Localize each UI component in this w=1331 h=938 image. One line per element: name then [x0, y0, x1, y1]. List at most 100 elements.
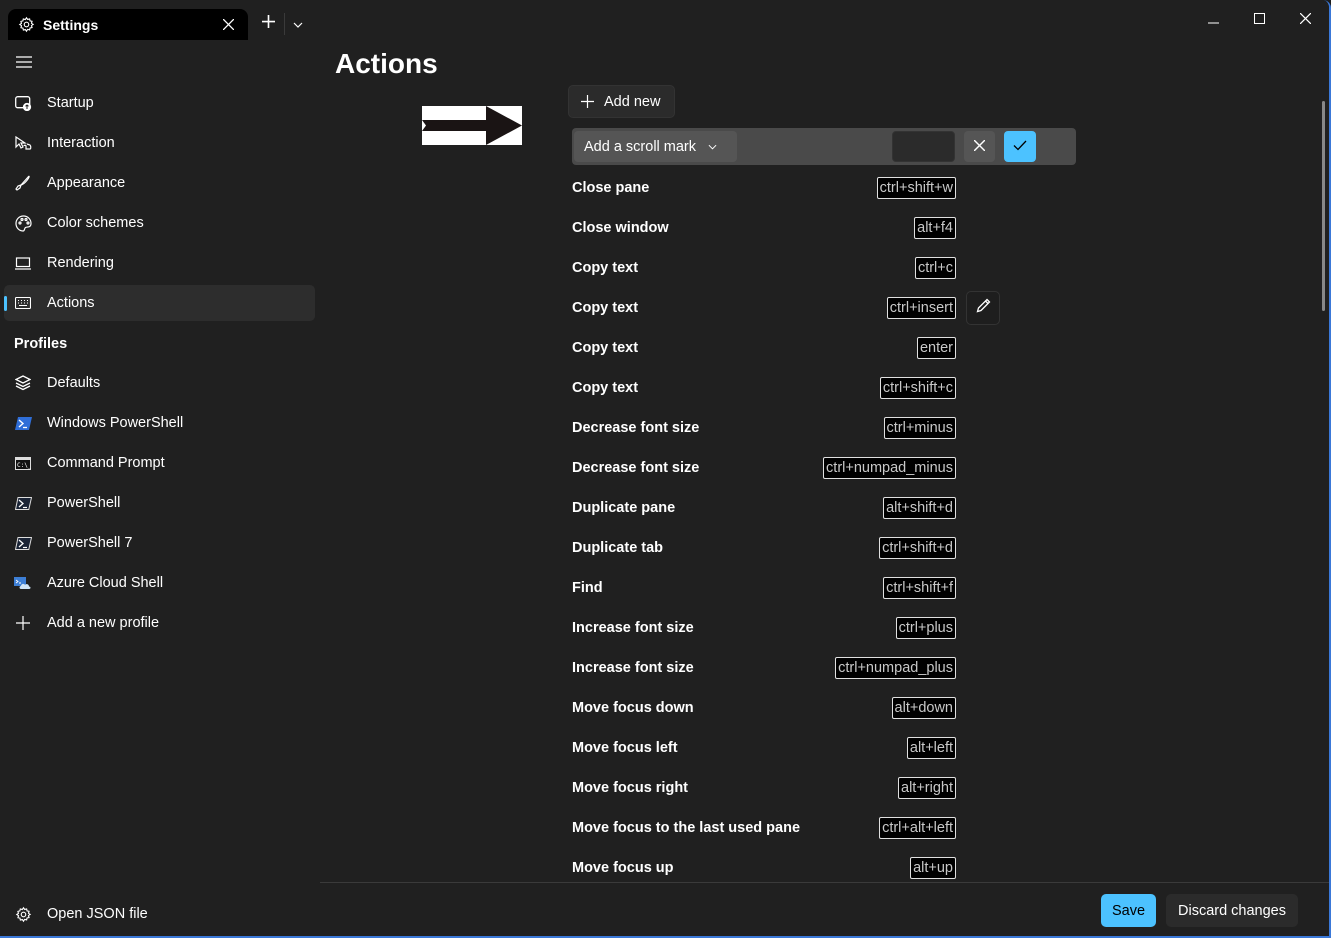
save-button[interactable]: Save	[1101, 894, 1156, 927]
scrollbar[interactable]	[1322, 101, 1325, 311]
sidebar-item-command-prompt[interactable]: C:\_ Command Prompt	[4, 445, 315, 481]
tab-dropdown-button[interactable]	[288, 12, 308, 36]
action-row[interactable]: Increase font size ctrl+plus	[572, 608, 1002, 648]
new-tab-button[interactable]	[256, 12, 280, 36]
keyboard-icon	[14, 294, 32, 312]
sidebar-item-color-schemes[interactable]: Color schemes	[4, 205, 315, 241]
key-chord: ctrl+shift+w	[876, 177, 956, 199]
svg-text:C:\_: C:\_	[17, 462, 31, 469]
powershell-blue-icon	[14, 414, 32, 432]
action-row[interactable]: Close window alt+f4	[572, 208, 1002, 248]
sidebar-item-startup[interactable]: Startup	[4, 85, 315, 121]
gear-icon	[14, 905, 32, 923]
checkmark-icon	[1013, 138, 1027, 156]
action-row[interactable]: Move focus to the last used pane ctrl+alt…	[572, 808, 1002, 848]
action-row[interactable]: Copy text ctrl+insert	[572, 288, 1002, 328]
action-row[interactable]: Duplicate pane alt+shift+d	[572, 488, 1002, 528]
sidebar-item-actions[interactable]: Actions	[4, 285, 315, 321]
edit-action-button[interactable]	[966, 291, 1000, 325]
action-name: Copy text	[572, 260, 639, 276]
minimize-button[interactable]	[1193, 5, 1233, 35]
action-name: Duplicate pane	[572, 500, 676, 516]
actions-page: Actions Add new Add a scroll mark Close …	[320, 40, 1329, 882]
sidebar-item-interaction[interactable]: Interaction	[4, 125, 315, 161]
action-row[interactable]: Decrease font size ctrl+minus	[572, 408, 1002, 448]
startup-icon	[14, 94, 32, 112]
action-name: Copy text	[572, 300, 639, 316]
sidebar-item-powershell[interactable]: PowerShell	[4, 485, 315, 521]
action-row[interactable]: Copy text ctrl+shift+c	[572, 368, 1002, 408]
action-row[interactable]: Increase font size ctrl+numpad_plus	[572, 648, 1002, 688]
key-chord: alt+down	[891, 697, 956, 719]
tab-separator	[284, 13, 285, 35]
gear-icon	[17, 16, 35, 34]
action-row[interactable]: Move focus right alt+right	[572, 768, 1002, 808]
key-chord: ctrl+numpad_plus	[835, 657, 956, 679]
open-json-file-button[interactable]: Open JSON file	[4, 896, 304, 932]
key-chord: ctrl+insert	[886, 297, 956, 319]
key-chord: ctrl+numpad_minus	[823, 457, 956, 479]
key-chord: ctrl+alt+left	[879, 817, 956, 839]
action-row[interactable]: Move focus down alt+down	[572, 688, 1002, 728]
sidebar-item-azure-cloud-shell[interactable]: Azure Cloud Shell	[4, 565, 315, 601]
key-chord: enter	[916, 337, 956, 359]
action-name: Close pane	[572, 180, 650, 196]
menu-toggle-button[interactable]	[10, 52, 38, 76]
cancel-edit-button[interactable]	[964, 131, 995, 162]
action-name: Increase font size	[572, 620, 694, 636]
sidebar-item-appearance[interactable]: Appearance	[4, 165, 315, 201]
maximize-icon	[1253, 11, 1265, 29]
key-chord: alt+f4	[914, 217, 956, 239]
action-row[interactable]: Copy text ctrl+c	[572, 248, 1002, 288]
powershell-icon	[14, 494, 32, 512]
action-row[interactable]: Decrease font size ctrl+numpad_minus	[572, 448, 1002, 488]
action-row[interactable]: Find ctrl+shift+f	[572, 568, 1002, 608]
layers-icon	[14, 374, 32, 392]
action-row[interactable]: Move focus left alt+left	[572, 728, 1002, 768]
sidebar-item-label: Add a new profile	[47, 615, 160, 631]
close-icon	[973, 138, 986, 156]
add-new-profile-button[interactable]: Add a new profile	[4, 605, 315, 641]
brush-icon	[14, 174, 32, 192]
key-chord: alt+left	[906, 737, 956, 759]
laptop-icon	[14, 254, 32, 272]
action-dropdown-value: Add a scroll mark	[584, 138, 697, 155]
sidebar-item-label: Interaction	[47, 135, 115, 151]
action-row[interactable]: Close pane ctrl+shift+w	[572, 168, 1002, 208]
action-name: Decrease font size	[572, 460, 700, 476]
maximize-button[interactable]	[1239, 5, 1279, 35]
close-window-button[interactable]	[1285, 5, 1325, 35]
powershell-icon	[14, 534, 32, 552]
keys-input[interactable]	[892, 131, 955, 162]
action-name: Move focus up	[572, 860, 674, 876]
action-row[interactable]: Copy text enter	[572, 328, 1002, 368]
key-chord: ctrl+plus	[895, 617, 956, 639]
sidebar-item-powershell-7[interactable]: PowerShell 7	[4, 525, 315, 561]
discard-changes-button[interactable]: Discard changes	[1166, 894, 1298, 927]
action-name: Copy text	[572, 340, 639, 356]
close-tab-icon[interactable]	[220, 15, 236, 33]
action-name: Copy text	[572, 380, 639, 396]
sidebar-item-label: Color schemes	[47, 215, 144, 231]
plus-icon	[261, 15, 275, 33]
sidebar: Startup Interaction Appearance Color sch…	[0, 40, 320, 936]
tab-settings[interactable]: Settings	[8, 9, 248, 40]
footer-divider	[320, 882, 1329, 883]
arrow-right-icon	[422, 106, 522, 145]
add-new-button[interactable]: Add new	[568, 85, 675, 118]
sidebar-item-rendering[interactable]: Rendering	[4, 245, 315, 281]
pencil-icon	[976, 298, 991, 318]
action-row[interactable]: Duplicate tab ctrl+shift+d	[572, 528, 1002, 568]
key-chord: ctrl+shift+f	[883, 577, 956, 599]
sidebar-item-label: PowerShell	[47, 495, 121, 511]
key-chord: ctrl+c	[914, 257, 956, 279]
accept-edit-button[interactable]	[1004, 131, 1036, 162]
action-name: Move focus down	[572, 700, 694, 716]
action-dropdown[interactable]: Add a scroll mark	[574, 131, 737, 162]
azure-cloud-icon	[14, 574, 32, 592]
action-name: Decrease font size	[572, 420, 700, 436]
sidebar-item-windows-powershell[interactable]: Windows PowerShell	[4, 405, 315, 441]
sidebar-item-defaults[interactable]: Defaults	[4, 365, 315, 401]
action-name: Increase font size	[572, 660, 694, 676]
key-chord: alt+up	[910, 857, 956, 879]
